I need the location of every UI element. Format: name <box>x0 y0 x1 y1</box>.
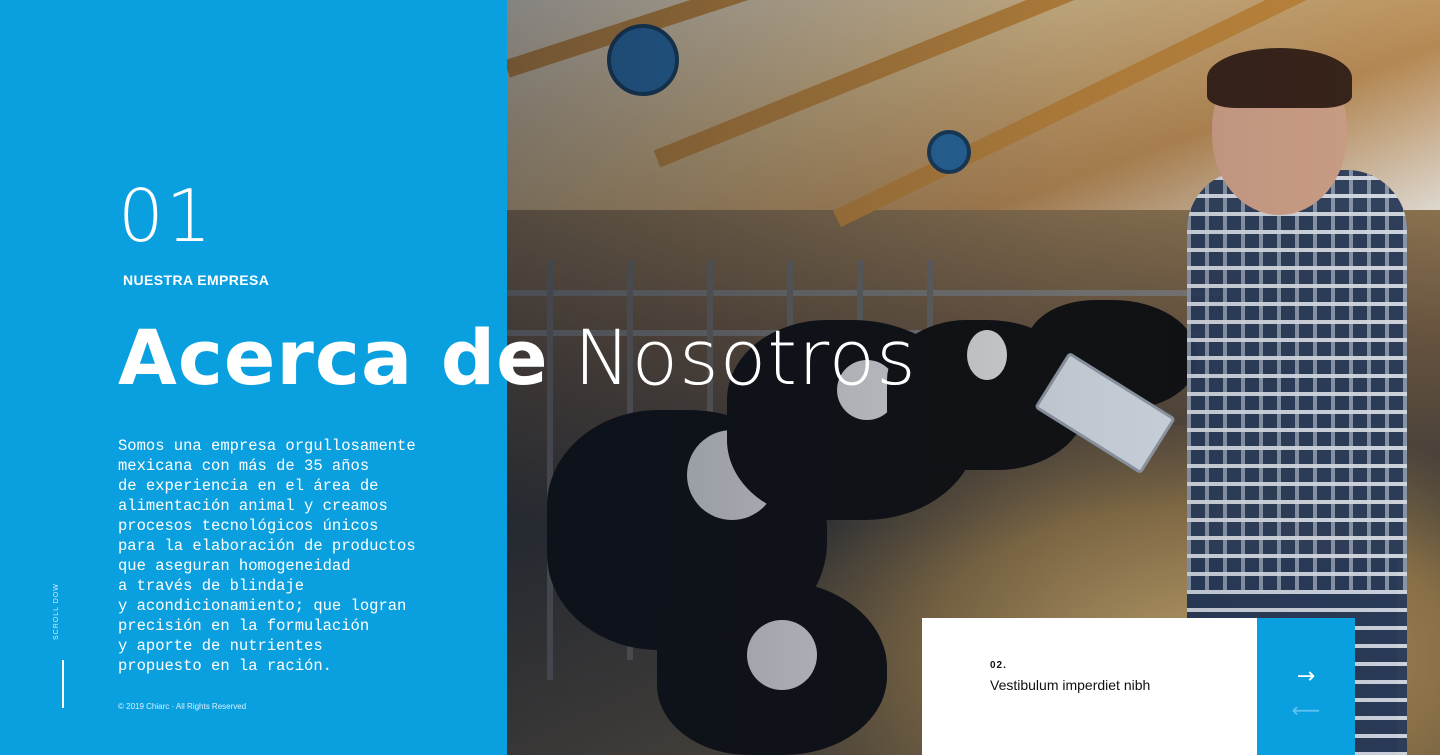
paragraph-line: que aseguran homogeneidad <box>118 557 351 575</box>
title-part-2: Nosotros <box>573 313 917 402</box>
paragraph-line: alimentación animal y creamos <box>118 497 388 515</box>
next-section-number: 02. <box>990 660 1007 671</box>
arrow-left-icon[interactable]: ⟵ <box>1257 700 1355 720</box>
paragraph-line: a través de blindaje <box>118 577 305 595</box>
paragraph-line: mexicana con más de 35 años <box>118 457 370 475</box>
section-kicker: NUESTRA EMPRESA <box>123 272 270 288</box>
page-title: Acerca de Nosotros <box>118 320 917 396</box>
paragraph-line: de experiencia en el área de <box>118 477 379 495</box>
paragraph-line: procesos tecnológicos únicos <box>118 517 379 535</box>
slider-nav: → ⟵ <box>1257 618 1355 755</box>
copyright-text: © 2019 Chiarc · All Rights Reserved <box>118 702 247 711</box>
paragraph-line: propuesto en la ración. <box>118 657 332 675</box>
scroll-down-label[interactable]: SCROLL DOW <box>53 583 60 640</box>
next-section-title: Vestibulum imperdiet nibh <box>990 677 1151 693</box>
paragraph-line: Somos una empresa orgullosamente <box>118 437 416 455</box>
about-paragraph: Somos una empresa orgullosamente mexican… <box>118 436 498 676</box>
paragraph-line: precisión en la formulación <box>118 617 370 635</box>
next-section-card[interactable]: 02. Vestibulum imperdiet nibh <box>922 618 1257 755</box>
scroll-indicator-line <box>62 660 64 708</box>
paragraph-line: para la elaboración de productos <box>118 537 416 555</box>
section-number: 01 <box>118 174 214 258</box>
arrow-right-icon[interactable]: → <box>1257 666 1355 688</box>
paragraph-line: y aporte de nutrientes <box>118 637 323 655</box>
title-part-1: Acerca de <box>118 313 549 402</box>
paragraph-line: y acondicionamiento; que logran <box>118 597 407 615</box>
